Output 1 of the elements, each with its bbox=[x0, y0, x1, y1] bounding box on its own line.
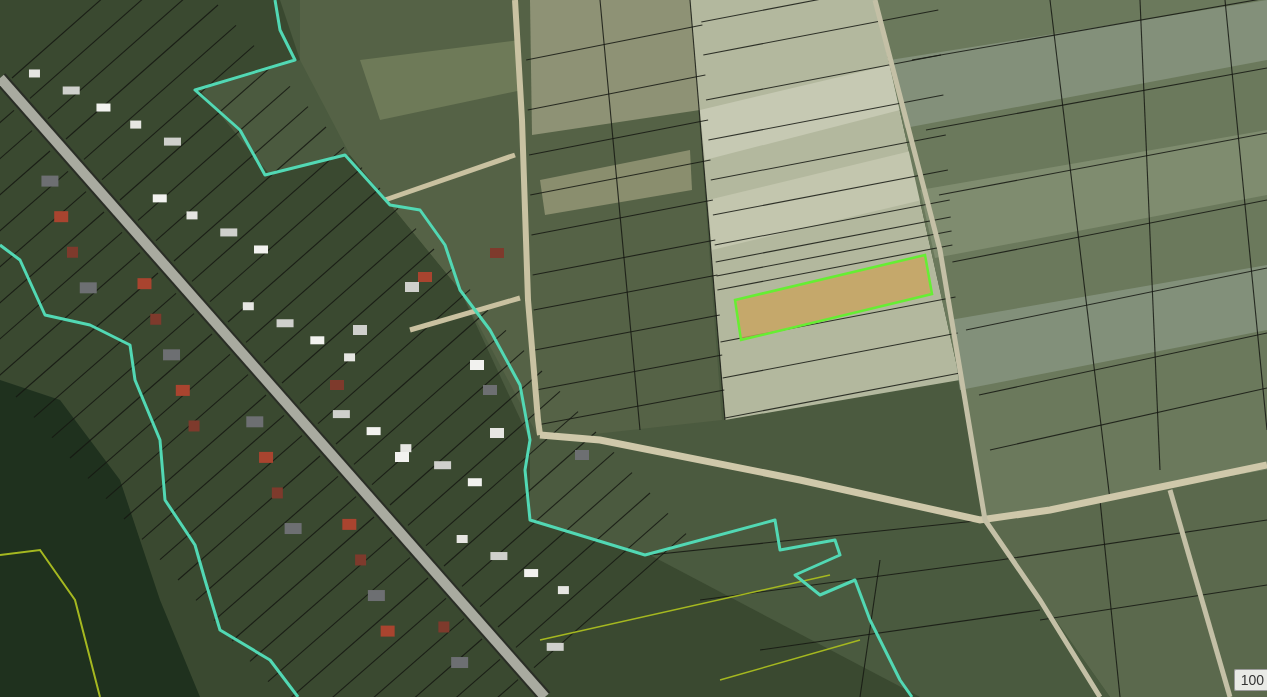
scale-label: 100 bbox=[1233, 669, 1267, 691]
